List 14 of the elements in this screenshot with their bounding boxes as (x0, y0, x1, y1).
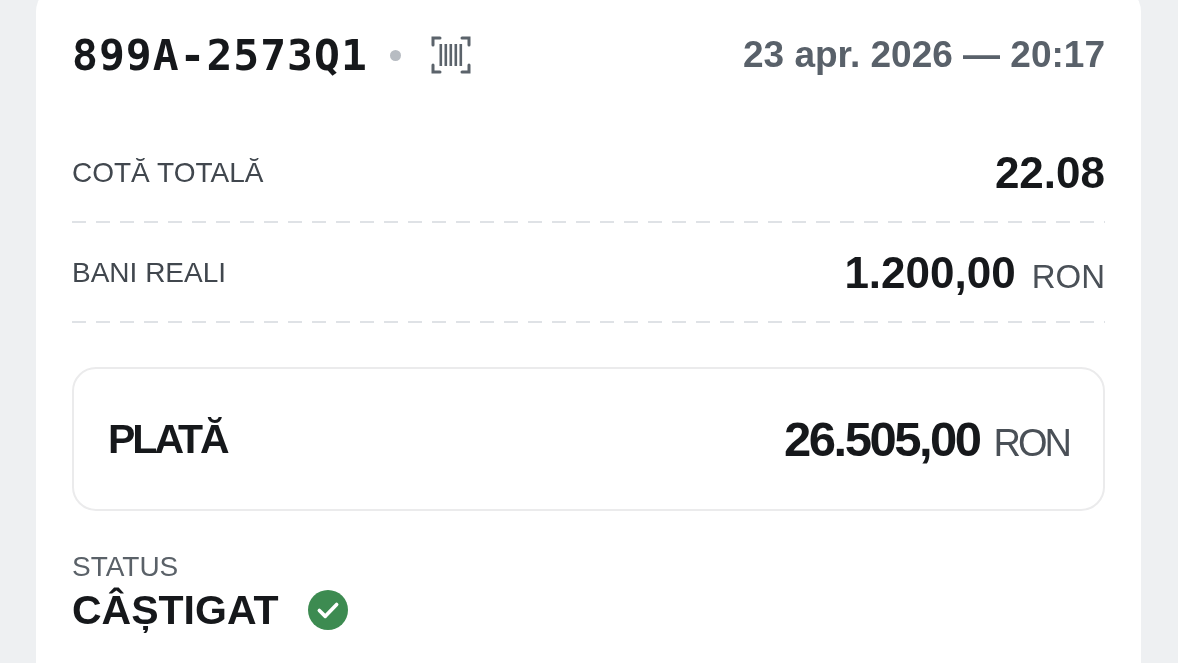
status-value: CÂȘTIGAT (72, 587, 279, 633)
payout-label: PLATĂ (108, 415, 227, 463)
detail-label: COTĂ TOTALĂ (72, 157, 264, 189)
dot-icon (389, 49, 401, 61)
currency-label: RON (993, 422, 1069, 465)
barcode-icon[interactable] (430, 35, 471, 75)
detail-label: BANI REALI (72, 257, 227, 289)
ticket-code: 899A-2573Q1 (72, 31, 368, 79)
detail-value: 1.200,00 (844, 248, 1016, 298)
detail-value: 22.08 (994, 148, 1105, 198)
payout-amount: 26.505,00 (784, 411, 980, 467)
ticket-date: 23 apr. 2026 — 20:17 (742, 33, 1105, 77)
status-label: STATUS (72, 551, 179, 583)
currency-label: RON (1031, 258, 1105, 296)
